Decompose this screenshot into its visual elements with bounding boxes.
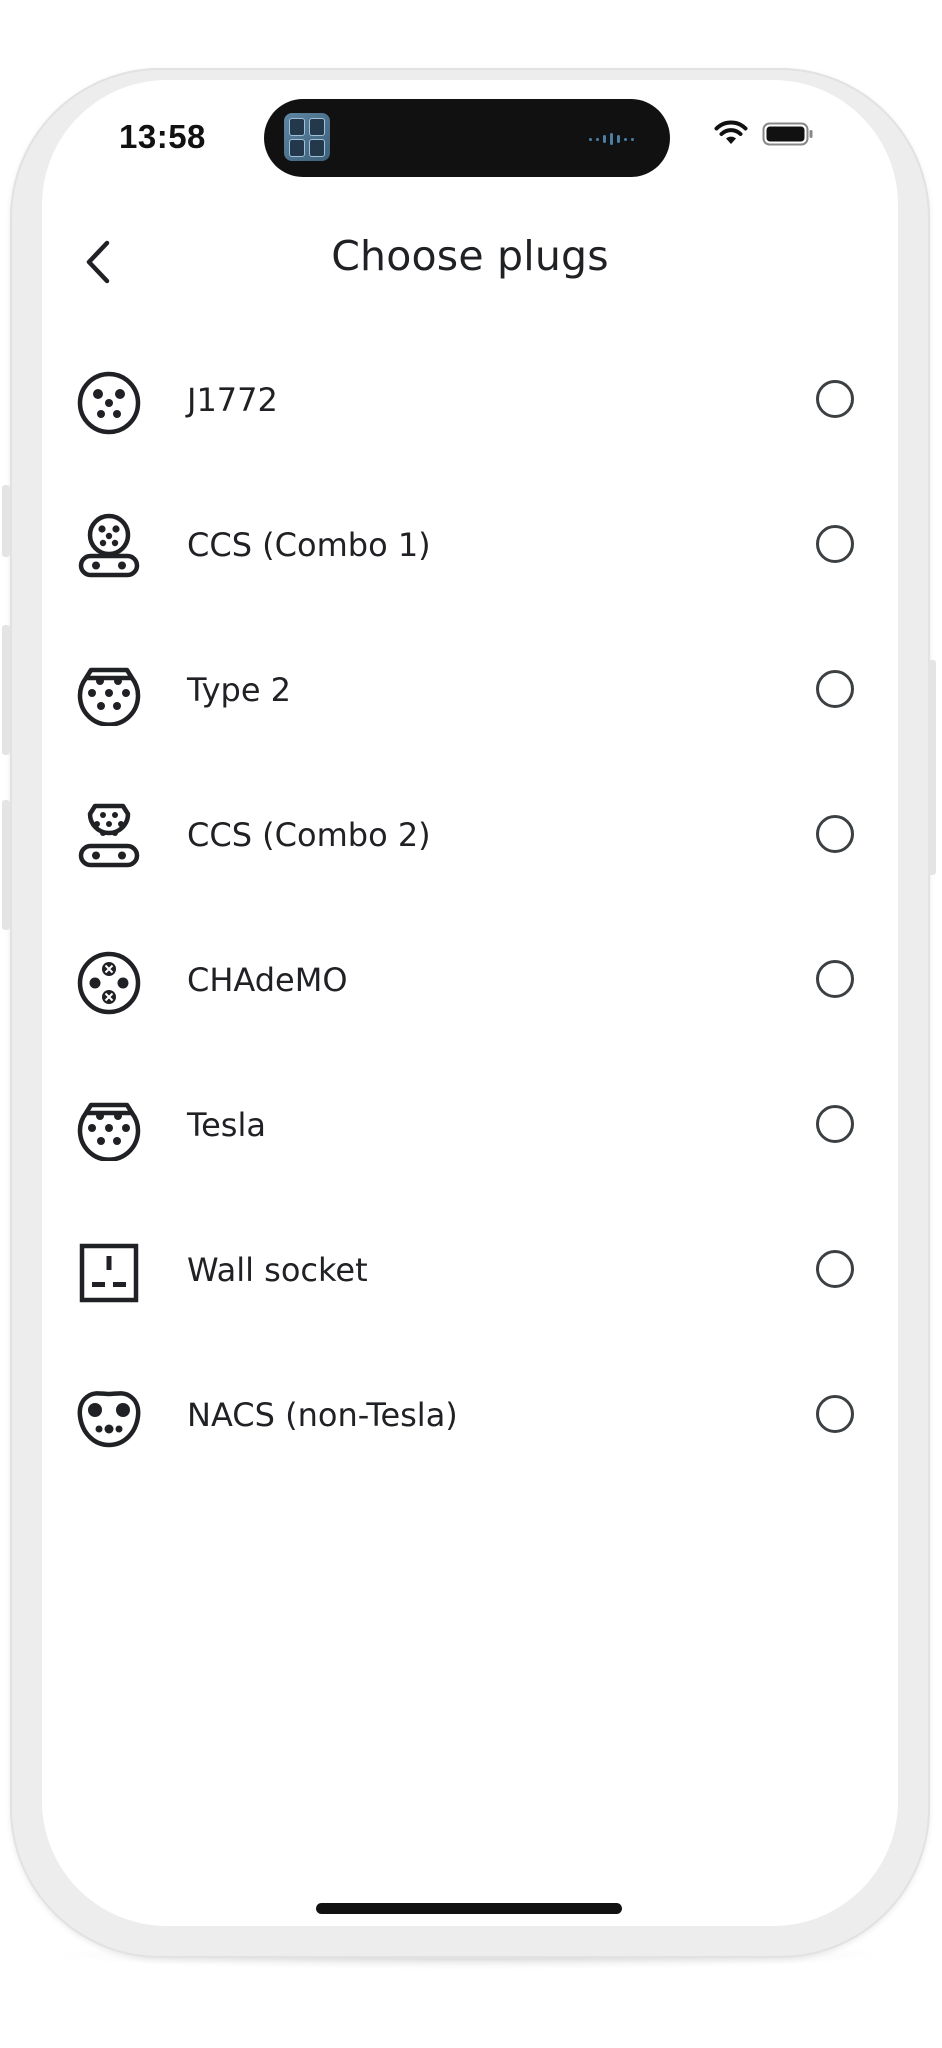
plug-option-nacs[interactable]: NACS (non-Tesla) — [42, 1345, 898, 1490]
battery-icon — [762, 122, 813, 146]
plug-radio-button[interactable] — [816, 1395, 854, 1433]
page: 13:58 Choose plugs J1772 CCS (Combo 1) T… — [0, 0, 942, 2048]
plug-label: Tesla — [187, 1106, 266, 1144]
wifi-icon — [714, 120, 748, 144]
plug-radio-button[interactable] — [816, 1105, 854, 1143]
plug-label: CCS (Combo 2) — [187, 816, 431, 854]
plug-option-ccs-combo1[interactable]: CCS (Combo 1) — [42, 475, 898, 620]
plug-option-type2[interactable]: Type 2 — [42, 620, 898, 765]
plug-radio-button[interactable] — [816, 670, 854, 708]
plug-option-j1772[interactable]: J1772 — [42, 330, 898, 475]
plug-radio-button[interactable] — [816, 1250, 854, 1288]
ccs-combo2-plug-icon — [78, 803, 140, 868]
plug-option-chademo[interactable]: CHAdeMO — [42, 910, 898, 1055]
plug-radio-button[interactable] — [816, 525, 854, 563]
page-title: Choose plugs — [331, 232, 609, 280]
side-button-volume-up — [2, 625, 10, 755]
audio-wave-icon — [589, 133, 634, 145]
plug-option-wall-socket[interactable]: Wall socket — [42, 1200, 898, 1345]
plug-radio-button[interactable] — [816, 960, 854, 998]
plug-label: CHAdeMO — [187, 961, 348, 999]
side-button-silent — [2, 485, 10, 557]
plug-label: Type 2 — [187, 671, 292, 709]
plug-option-ccs-combo2[interactable]: CCS (Combo 2) — [42, 765, 898, 910]
status-time: 13:58 — [119, 118, 206, 155]
phone-screen: 13:58 Choose plugs J1772 CCS (Combo 1) T… — [42, 80, 898, 1926]
live-activity-app-icon — [284, 113, 330, 161]
plug-option-tesla[interactable]: Tesla — [42, 1055, 898, 1200]
home-indicator[interactable] — [316, 1903, 622, 1914]
plug-label: CCS (Combo 1) — [187, 526, 431, 564]
plug-radio-button[interactable] — [816, 815, 854, 853]
type2-plug-icon — [77, 667, 141, 726]
dynamic-island — [264, 99, 670, 177]
plug-label: J1772 — [187, 381, 278, 419]
ccs-combo1-plug-icon — [78, 513, 140, 578]
plug-label: NACS (non-Tesla) — [187, 1396, 458, 1434]
wall-socket-icon — [79, 1243, 139, 1303]
j1772-plug-icon — [77, 371, 141, 435]
nacs-plug-icon — [77, 1391, 141, 1448]
chademo-plug-icon — [77, 951, 141, 1015]
tesla-plug-icon — [77, 1102, 141, 1161]
side-button-power — [928, 660, 936, 875]
plug-radio-button[interactable] — [816, 380, 854, 418]
side-button-volume-down — [2, 800, 10, 930]
plug-label: Wall socket — [187, 1251, 368, 1289]
